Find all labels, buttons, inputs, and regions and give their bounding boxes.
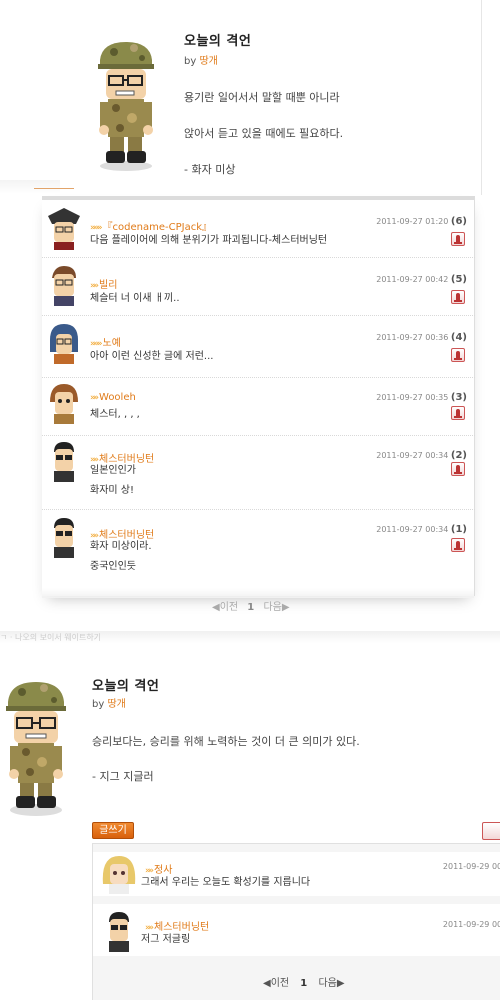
commenter-avatar xyxy=(102,856,136,894)
comment-item: »»» 『codename-CPJack』 2011-09-27 01:20 (6… xyxy=(42,200,475,258)
comment-list: »»정사 2011-09-29 00:18 그래서 우리는 오늘도 확성기를 지… xyxy=(92,843,500,1000)
commenter-avatar xyxy=(54,442,74,482)
comment-text: 화자미 상! xyxy=(90,485,134,496)
comment-text: 그래서 우리는 오늘도 확성기를 지릅니다 xyxy=(141,877,311,888)
comment-text: 체슬터 너 이새 ㅐ끼.. xyxy=(90,293,180,304)
comment-date: 2011-09-27 00:34 (1) xyxy=(376,524,467,535)
byline-prefix: by xyxy=(92,699,105,710)
report-button[interactable] xyxy=(482,822,500,840)
comment-item: »» 빌리 2011-09-27 00:42 (5) 체슬터 너 이새 ㅐ끼.. xyxy=(42,258,475,316)
report-icon[interactable] xyxy=(451,290,465,304)
comment-text: 저그 저글링 xyxy=(141,934,191,945)
quote-attribution: - 화자 미상 xyxy=(184,163,236,176)
comment-item: »» 체스터버닝턴 2011-09-27 00:34 (2) 일본인인가 화자미 … xyxy=(42,436,475,510)
comment-item: »» 체스터버닝턴 2011-09-27 00:34 (1) 화자 미상이라. 중… xyxy=(42,510,475,576)
prev-page-link[interactable]: ◀이전 xyxy=(263,978,289,989)
current-page[interactable]: 1 xyxy=(300,978,307,989)
commenter-name[interactable]: »» Wooleh xyxy=(90,392,136,403)
report-icon[interactable] xyxy=(451,538,465,552)
pagination: ◀이전 1 다음▶ xyxy=(212,598,290,613)
next-page-link[interactable]: 다음▶ xyxy=(318,978,344,989)
comment-item: »»정사 2011-09-29 00:18 그래서 우리는 오늘도 확성기를 지… xyxy=(93,852,500,896)
comment-text: 아아 이런 신성한 글에 저런... xyxy=(90,351,214,362)
commenter-avatar xyxy=(109,912,129,952)
quote-line: 앉아서 듣고 있을 때에도 필요하다. xyxy=(184,127,344,140)
commenter-avatar xyxy=(54,518,74,558)
comment-date: 2011-09-27 00:36 (4) xyxy=(376,332,467,343)
commenter-avatar xyxy=(50,384,78,424)
comment-item: »» Wooleh 2011-09-27 00:35 (3) 체스터, , , , xyxy=(42,378,475,436)
pagination: ◀이전 1 다음▶ xyxy=(263,974,345,989)
post-byline: by 땅개 xyxy=(184,52,218,67)
commenter-avatar xyxy=(52,266,76,306)
commenter-avatar xyxy=(48,208,80,250)
report-icon[interactable] xyxy=(451,406,465,420)
current-page[interactable]: 1 xyxy=(247,602,254,613)
comment-text: 다음 플레이어에 의해 분위기가 파괴됩니다-체스터버닝턴 xyxy=(90,235,328,246)
comment-date: 2011-09-27 00:34 (2) xyxy=(376,450,467,461)
comment-text: 체스터, , , , xyxy=(90,409,140,420)
comment-list: »»» 『codename-CPJack』 2011-09-27 01:20 (6… xyxy=(42,196,475,613)
post-title: 오늘의 격언 xyxy=(184,34,252,49)
byline-prefix: by xyxy=(184,56,197,67)
comment-date: 2011-09-29 00:18 xyxy=(442,920,500,929)
post-1: 오늘의 격언 by 땅개 용기란 일어서서 말할 때뿐 아니라 앉아서 듣고 있… xyxy=(0,0,500,640)
next-page-link[interactable]: 다음▶ xyxy=(263,602,289,613)
comment-item: »»» 노예 2011-09-27 00:36 (4) 아아 이런 신성한 글에 … xyxy=(42,316,475,378)
report-icon[interactable] xyxy=(451,348,465,362)
comment-text: 화자 미상이라. xyxy=(90,541,152,552)
post-byline: by 땅개 xyxy=(92,695,126,710)
comment-item: »»체스터버닝턴 2011-09-29 00:18 저그 저글링 xyxy=(93,904,500,956)
quote-line: 용기란 일어서서 말할 때뿐 아니라 xyxy=(184,91,340,104)
commenter-avatar xyxy=(50,324,78,364)
prev-page-link[interactable]: ◀이전 xyxy=(212,602,238,613)
author-link[interactable]: 땅개 xyxy=(199,56,217,67)
comment-text: 중국인인듯 xyxy=(90,561,136,572)
post-title: 오늘의 격언 xyxy=(92,679,160,694)
author-link[interactable]: 땅개 xyxy=(107,699,125,710)
report-icon[interactable] xyxy=(451,232,465,246)
comment-text: 일본인인가 xyxy=(90,465,136,476)
comment-date: 2011-09-29 00:18 xyxy=(442,862,500,871)
author-avatar xyxy=(98,42,154,171)
separator-text: ㄱ · 나오의 보이서 웨이트하기 xyxy=(0,633,102,642)
comment-date: 2011-09-27 01:20 (6) xyxy=(376,216,467,227)
comment-date: 2011-09-27 00:42 (5) xyxy=(376,274,467,285)
report-icon[interactable] xyxy=(451,462,465,476)
quote-attribution: - 지그 지글러 xyxy=(92,770,154,783)
comment-date: 2011-09-27 00:35 (3) xyxy=(376,392,467,403)
quote-line: 승리보다는, 승리를 위해 노력하는 것이 더 큰 의미가 있다. xyxy=(92,735,360,748)
write-comment-button[interactable]: 글쓰기 xyxy=(92,822,134,839)
author-avatar xyxy=(6,682,66,816)
